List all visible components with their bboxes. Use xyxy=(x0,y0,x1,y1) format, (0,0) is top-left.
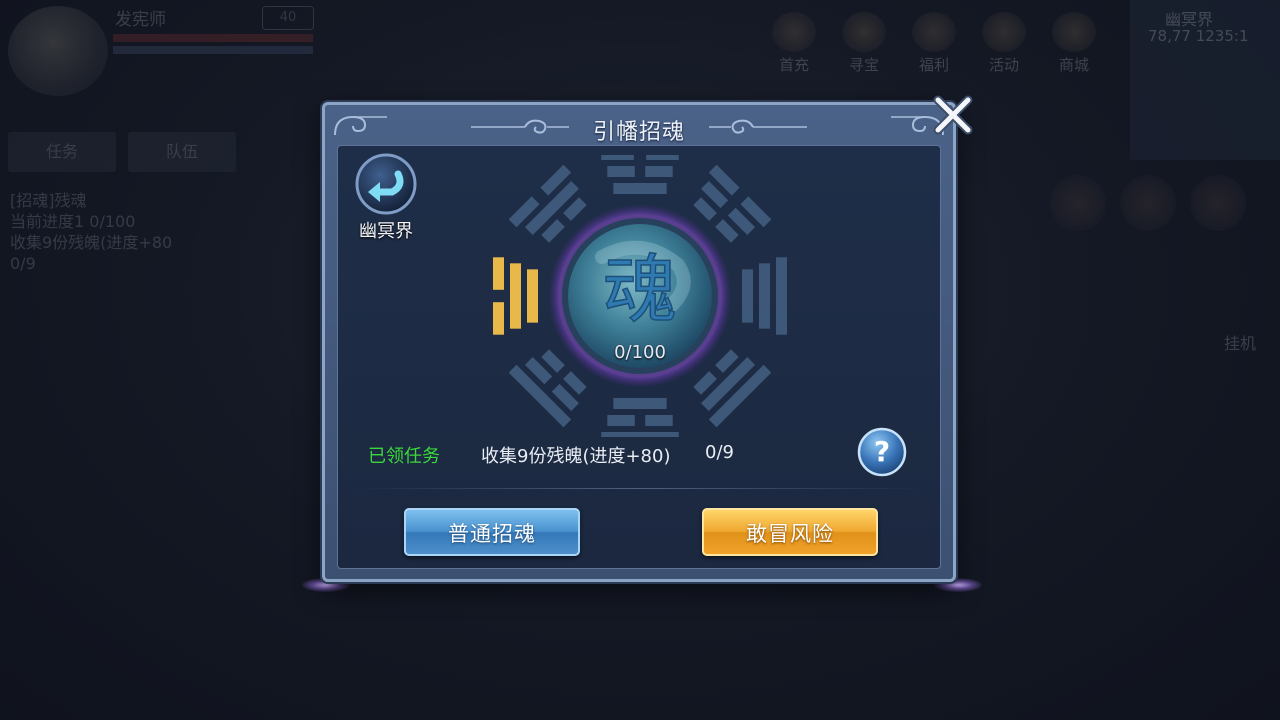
trigram-4 xyxy=(493,257,538,335)
close-icon[interactable] xyxy=(930,92,976,138)
trigram-line-broken xyxy=(493,302,504,335)
task-progress-count: 0/9 xyxy=(705,442,734,463)
help-glyph: ? xyxy=(874,435,890,468)
trigram-line xyxy=(742,269,753,323)
return-arrow-icon[interactable] xyxy=(354,152,418,216)
normal-summon-button[interactable]: 普通招魂 xyxy=(404,508,580,556)
trigram-0 xyxy=(742,257,787,335)
trigram-line xyxy=(510,263,521,329)
trigram-line xyxy=(527,269,538,323)
dialog-title-bar: 引幡招魂 xyxy=(325,105,953,147)
trigram-line-broken xyxy=(607,415,635,426)
soul-glyph: 魂 xyxy=(603,247,677,333)
trigram-line-broken xyxy=(493,257,504,290)
help-icon[interactable]: ? xyxy=(856,426,908,478)
trigram-line-broken xyxy=(601,155,634,160)
trigram-line xyxy=(613,398,667,409)
trigram-line xyxy=(601,432,679,437)
trigram-line xyxy=(759,263,770,329)
trigram-line-broken xyxy=(645,415,673,426)
soul-progress-text: 0/100 xyxy=(614,342,666,363)
trigram-line-broken xyxy=(645,166,673,177)
trigram-line-broken xyxy=(607,166,635,177)
bagua-soul-emblem: 魂 xyxy=(493,155,787,437)
trigram-line xyxy=(613,183,667,194)
trigram-6 xyxy=(601,155,679,194)
trigram-2 xyxy=(601,398,679,437)
take-risk-button[interactable]: 敢冒风险 xyxy=(702,508,878,556)
trigram-line xyxy=(776,257,787,335)
back-button-label[interactable]: 幽冥界 xyxy=(346,217,426,243)
task-description: 收集9份残魄(进度+80) xyxy=(481,446,671,467)
divider xyxy=(354,488,924,489)
trigram-line-broken xyxy=(646,155,679,160)
dialog-title: 引幡招魂 xyxy=(592,120,685,145)
task-status-label: 已领任务 xyxy=(368,446,440,467)
